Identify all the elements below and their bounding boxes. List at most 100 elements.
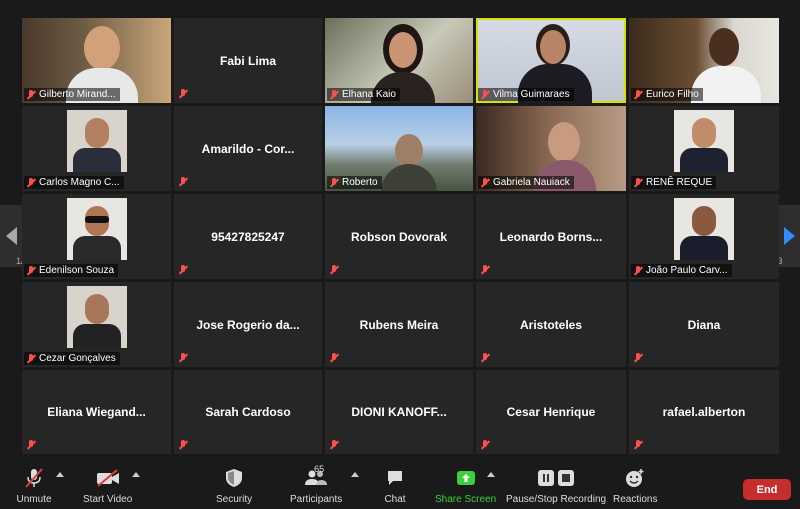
participant-name-label: Edenilson Souza: [24, 264, 119, 277]
meeting-toolbar: Unmute Start Video Security 65 Participa…: [0, 462, 800, 509]
participant-name: DIONI KANOFF...: [351, 405, 447, 419]
participant-name-label: Vilma Guimaraes: [478, 88, 574, 101]
muted-mic-icon: [480, 89, 490, 100]
participant-tile[interactable]: Eurico Filho: [629, 18, 779, 103]
participant-tile[interactable]: Aristoteles: [476, 282, 626, 367]
muted-mic-icon: [329, 177, 339, 188]
share-screen-icon: [439, 466, 493, 490]
participants-count: 65: [314, 464, 325, 474]
participant-tile[interactable]: DIONI KANOFF...: [325, 370, 473, 454]
muted-mic-icon: [480, 353, 490, 363]
muted-microphone-icon: [16, 466, 52, 490]
participant-name-label: João Paulo Carv...: [631, 264, 732, 277]
participant-tile[interactable]: Carlos Magno C...: [22, 106, 171, 191]
video-off-icon: [86, 466, 130, 490]
pause-stop-recording-button[interactable]: Pause/Stop Recording: [506, 466, 606, 505]
muted-mic-icon: [178, 440, 188, 450]
audio-options-caret[interactable]: [56, 472, 64, 477]
muted-mic-icon: [329, 353, 339, 363]
muted-mic-icon: [178, 89, 188, 99]
participant-tile[interactable]: Gilberto Mirand...: [22, 18, 171, 103]
muted-mic-icon: [178, 265, 188, 275]
participant-tile[interactable]: João Paulo Carv...: [629, 194, 779, 279]
muted-mic-icon: [26, 89, 36, 100]
participant-name: Diana: [687, 317, 721, 332]
participant-name: Jose Rogerio da...: [196, 317, 300, 332]
chevron-left-icon: [5, 227, 17, 245]
participant-name-label: RENÊ REQUE: [631, 176, 717, 189]
muted-mic-icon: [329, 265, 339, 275]
muted-mic-icon: [178, 177, 188, 187]
participant-name: Cesar Henrique: [506, 405, 596, 419]
participant-name-label: Cezar Gonçalves: [24, 352, 120, 365]
participant-tile[interactable]: Gabriela Nauiack: [476, 106, 626, 191]
participant-name: Aristoteles: [519, 317, 583, 332]
participant-name: Sarah Cardoso: [205, 405, 291, 419]
participant-tile[interactable]: Edenilson Souza: [22, 194, 171, 279]
avatar: [66, 198, 127, 260]
participant-tile[interactable]: Roberto: [325, 106, 473, 191]
participant-name-label: Carlos Magno C...: [24, 176, 124, 189]
participant-name-label: Elhana Kaio: [327, 88, 400, 101]
participant-tile[interactable]: 95427825247: [174, 194, 322, 279]
participant-tile[interactable]: Leonardo Borns...: [476, 194, 626, 279]
participant-tile[interactable]: Cesar Henrique: [476, 370, 626, 454]
muted-mic-icon: [26, 177, 36, 188]
participant-tile[interactable]: Elhana Kaio: [325, 18, 473, 103]
avatar: [674, 110, 734, 172]
participant-tile[interactable]: Amarildo - Cor...: [174, 106, 322, 191]
participant-name-label: Roberto: [327, 176, 382, 189]
avatar: [674, 198, 734, 260]
participant-name-label: Eurico Filho: [631, 88, 703, 101]
unmute-button[interactable]: Unmute: [16, 466, 52, 505]
participant-tile[interactable]: rafael.alberton: [629, 370, 779, 454]
pause-stop-icon: [511, 466, 601, 490]
participant-tile[interactable]: Cezar Gonçalves: [22, 282, 171, 367]
participant-tile[interactable]: Eliana Wiegand...: [22, 370, 171, 454]
muted-mic-icon: [633, 89, 643, 100]
muted-mic-icon: [480, 177, 490, 188]
video-gallery: 1/3 1/3 Gilberto Mirand... Fabi Lima Elh…: [0, 0, 800, 462]
video-options-caret[interactable]: [132, 472, 140, 477]
muted-mic-icon: [329, 89, 339, 100]
chat-button[interactable]: Chat: [384, 466, 406, 505]
chevron-right-icon: [783, 227, 795, 245]
participants-icon: 65: [292, 464, 340, 490]
participant-name: Amarildo - Cor...: [201, 141, 295, 156]
muted-mic-icon: [633, 265, 643, 276]
muted-mic-icon: [178, 353, 188, 363]
shield-icon: [216, 466, 252, 490]
participant-name-label: Gabriela Nauiack: [478, 176, 574, 189]
participant-name: Leonardo Borns...: [499, 229, 603, 244]
participant-name: Fabi Lima: [219, 53, 276, 68]
participant-tile[interactable]: Jose Rogerio da...: [174, 282, 322, 367]
muted-mic-icon: [26, 440, 36, 450]
participant-tile[interactable]: Fabi Lima: [174, 18, 322, 103]
muted-mic-icon: [480, 265, 490, 275]
participant-name: Rubens Meira: [359, 317, 439, 332]
avatar: [66, 110, 127, 172]
start-video-button[interactable]: Start Video: [83, 466, 132, 505]
participant-tile[interactable]: Rubens Meira: [325, 282, 473, 367]
participant-tile-active-speaker[interactable]: Vilma Guimaraes: [476, 18, 626, 103]
muted-mic-icon: [633, 177, 643, 188]
share-options-caret[interactable]: [487, 472, 495, 477]
chat-bubble-icon: [384, 466, 406, 490]
participants-options-caret[interactable]: [351, 472, 359, 477]
muted-mic-icon: [633, 440, 643, 450]
participant-tile[interactable]: Robson Dovorak: [325, 194, 473, 279]
reactions-button[interactable]: Reactions: [613, 466, 657, 505]
end-meeting-button[interactable]: End: [743, 479, 791, 500]
muted-mic-icon: [480, 440, 490, 450]
muted-mic-icon: [26, 353, 36, 364]
participant-name: rafael.alberton: [662, 405, 746, 419]
participant-grid: Gilberto Mirand... Fabi Lima Elhana Kaio…: [22, 18, 779, 454]
muted-mic-icon: [26, 265, 36, 276]
participant-tile[interactable]: Sarah Cardoso: [174, 370, 322, 454]
avatar: [66, 286, 127, 348]
participant-name: Robson Dovorak: [350, 229, 447, 244]
participant-tile[interactable]: RENÊ REQUE: [629, 106, 779, 191]
security-button[interactable]: Security: [216, 466, 252, 505]
participants-button[interactable]: 65 Participants: [290, 464, 342, 505]
participant-tile[interactable]: Diana: [629, 282, 779, 367]
